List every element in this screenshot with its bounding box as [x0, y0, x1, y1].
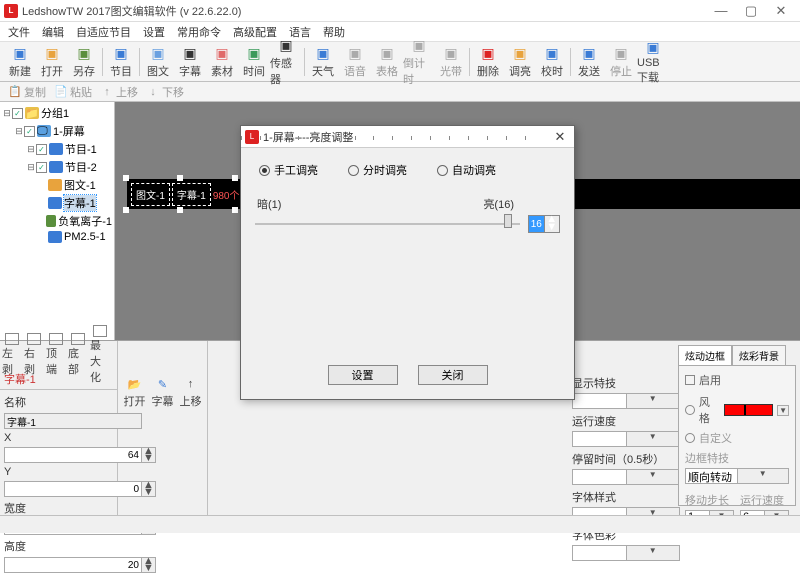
- dark-label: 暗(1): [257, 196, 281, 212]
- tree-item[interactable]: 图文-1: [2, 176, 112, 194]
- movedown-button[interactable]: ↓下移: [142, 83, 188, 101]
- tree-item[interactable]: 负氧离子-1: [2, 212, 112, 230]
- custom-radio[interactable]: 自定义: [685, 430, 789, 446]
- menu-commands[interactable]: 常用命令: [171, 22, 227, 42]
- properties-panel: 左剥 右剥 顶端 底部 最大化 字幕-1 名称 X ▲▼ Y ▲▼ 宽度 ▲▼ …: [0, 341, 118, 515]
- tool-调亮[interactable]: ▣调亮: [504, 43, 536, 81]
- tool-节目[interactable]: ▣节目: [105, 43, 137, 81]
- tool-光带[interactable]: ▣光带: [435, 43, 467, 81]
- tree-item[interactable]: 字幕-1: [2, 194, 112, 212]
- tool-时间[interactable]: ▣时间: [238, 43, 270, 81]
- style-radio[interactable]: 风格▼: [685, 394, 789, 426]
- tab-border[interactable]: 炫动边框: [678, 345, 732, 365]
- h-spin[interactable]: ▲▼: [142, 557, 156, 573]
- tool-图文[interactable]: ▣图文: [142, 43, 174, 81]
- menu-edit[interactable]: 编辑: [36, 22, 70, 42]
- menu-settings[interactable]: 设置: [137, 22, 171, 42]
- tree-item[interactable]: ⊟✓节目-2: [2, 158, 112, 176]
- tool-打开[interactable]: ▣打开: [36, 43, 68, 81]
- edgefx-select[interactable]: 顺向转动▼: [685, 468, 789, 484]
- property-grid: 名称 X ▲▼ Y ▲▼ 宽度 ▲▼ 高度 ▲▼: [0, 390, 117, 580]
- tool-USB下载[interactable]: ▣USB下载: [637, 43, 669, 81]
- panel-title: 字幕-1: [0, 369, 117, 390]
- color-swatch: [724, 404, 773, 416]
- moveup-button[interactable]: ↑上移: [96, 83, 142, 101]
- tool-表格[interactable]: ▣表格: [371, 43, 403, 81]
- tool-素材[interactable]: ▣素材: [206, 43, 238, 81]
- tool-传感器[interactable]: ▣传感器: [270, 43, 302, 81]
- tool-另存[interactable]: ▣另存: [68, 43, 100, 81]
- h-field[interactable]: [4, 557, 142, 573]
- selection-handles[interactable]: [123, 175, 238, 213]
- cancel-button[interactable]: 关闭: [418, 365, 488, 385]
- tool-新建[interactable]: ▣新建: [4, 43, 36, 81]
- bright-label: 亮(16): [483, 196, 514, 212]
- tree-root[interactable]: ⊟✓📁分组1: [2, 104, 112, 122]
- color-select[interactable]: ▼: [572, 545, 680, 561]
- menu-advanced[interactable]: 高级配置: [227, 22, 283, 42]
- radio-timed[interactable]: 分时调亮: [348, 162, 407, 178]
- fx-select[interactable]: ▼: [572, 393, 680, 409]
- menu-help[interactable]: 帮助: [317, 22, 351, 42]
- brightness-slider-group: 暗(1) 亮(16) 16▲▼: [255, 196, 560, 234]
- radio-manual[interactable]: 手工调亮: [259, 162, 318, 178]
- brightness-value[interactable]: 16▲▼: [528, 215, 560, 233]
- close-button[interactable]: ✕: [766, 1, 796, 21]
- open-button[interactable]: 📂打开: [123, 375, 147, 409]
- window-title: LedshowTW 2017图文编辑软件 (v 22.6.22.0): [22, 3, 706, 19]
- status-bar: [0, 515, 800, 533]
- tree-item[interactable]: PM2.5-1: [2, 230, 112, 244]
- speed-select[interactable]: ▼: [572, 431, 680, 447]
- app-icon: L: [4, 4, 18, 18]
- tool-停止[interactable]: ▣停止: [605, 43, 637, 81]
- tab-bg[interactable]: 炫彩背景: [732, 345, 786, 365]
- brightness-slider[interactable]: [255, 223, 520, 225]
- slider-thumb[interactable]: [504, 214, 512, 228]
- stay-select[interactable]: ▼: [572, 469, 680, 485]
- tool-校时[interactable]: ▣校时: [536, 43, 568, 81]
- minimize-button[interactable]: ―: [706, 1, 736, 21]
- tool-倒计时[interactable]: ▣倒计时: [403, 43, 435, 81]
- sub-toolbar: 📋复制 📄粘贴 ↑上移 ↓下移: [0, 82, 800, 102]
- maximize-button[interactable]: ▢: [736, 1, 766, 21]
- tool-发送[interactable]: ▣发送: [573, 43, 605, 81]
- dock-tabs: 左剥 右剥 顶端 底部 最大化: [0, 341, 117, 369]
- dialog-close-button[interactable]: ✕: [550, 129, 570, 145]
- paste-button[interactable]: 📄粘贴: [50, 83, 96, 101]
- copy-button[interactable]: 📋复制: [4, 83, 50, 101]
- menu-bar: 文件 编辑 自适应节目 设置 常用命令 高级配置 语言 帮助: [0, 22, 800, 42]
- ok-button[interactable]: 设置: [328, 365, 398, 385]
- radio-auto[interactable]: 自动调亮: [437, 162, 496, 178]
- mode-radios: 手工调亮 分时调亮 自动调亮: [255, 162, 560, 178]
- brightness-dialog: L 1-屏幕----亮度调整 ✕ 手工调亮 分时调亮 自动调亮 暗(1) 亮(1…: [240, 125, 575, 400]
- tree-screen[interactable]: ⊟✓🖵1-屏幕: [2, 122, 112, 140]
- tool-字幕[interactable]: ▣字幕: [174, 43, 206, 81]
- border-tabs: 炫动边框 炫彩背景 启用 风格▼ 自定义 边框特技 顺向转动▼ 移动步长 1▼ …: [678, 345, 796, 506]
- tool-删除[interactable]: ▣删除: [472, 43, 504, 81]
- mid-panel: 📂打开 ✎字幕 ↑上移: [118, 341, 208, 515]
- up-button[interactable]: ↑上移: [179, 375, 203, 409]
- enable-check[interactable]: 启用: [685, 372, 789, 388]
- main-toolbar: ▣新建▣打开▣另存▣节目▣图文▣字幕▣素材▣时间▣传感器▣天气▣语音▣表格▣倒计…: [0, 42, 800, 82]
- tool-语音[interactable]: ▣语音: [339, 43, 371, 81]
- tree-item[interactable]: ⊟✓节目-1: [2, 140, 112, 158]
- window-titlebar: L LedshowTW 2017图文编辑软件 (v 22.6.22.0) ― ▢…: [0, 0, 800, 22]
- tool-天气[interactable]: ▣天气: [307, 43, 339, 81]
- menu-file[interactable]: 文件: [2, 22, 36, 42]
- menu-adaptive[interactable]: 自适应节目: [70, 22, 137, 42]
- subtitle-button[interactable]: ✎字幕: [151, 375, 175, 409]
